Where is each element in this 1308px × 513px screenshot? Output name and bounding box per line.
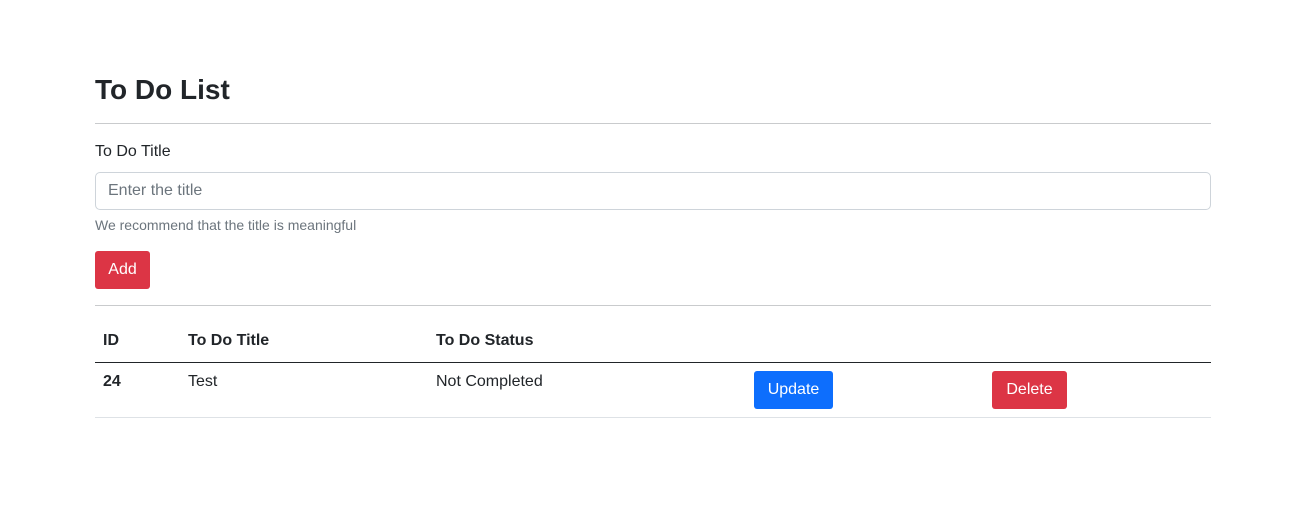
header-divider	[95, 123, 1211, 124]
cell-title: Test	[180, 362, 428, 418]
form-divider	[95, 305, 1211, 306]
todo-title: Test	[188, 372, 218, 390]
cell-status: Not Completed	[428, 362, 746, 418]
header-delete	[984, 320, 1211, 363]
todo-title-label: To Do Title	[95, 143, 171, 160]
header-title: To Do Title	[180, 320, 428, 363]
todo-table: ID To Do Title To Do Status 24 Test Not …	[95, 320, 1211, 418]
header-update	[746, 320, 984, 363]
add-button[interactable]: Add	[95, 251, 150, 289]
table-row: 24 Test Not Completed Update Delete	[95, 362, 1211, 418]
todo-title-input[interactable]	[95, 172, 1211, 210]
cell-update: Update	[746, 362, 984, 418]
page-title: To Do List	[95, 74, 230, 105]
todo-id: 24	[103, 372, 121, 390]
cell-delete: Delete	[984, 362, 1211, 418]
header-id: ID	[95, 320, 180, 363]
todo-status: Not Completed	[436, 372, 543, 390]
header-status: To Do Status	[428, 320, 746, 363]
update-button[interactable]: Update	[754, 370, 833, 409]
cell-id: 24	[95, 362, 180, 418]
todo-title-help-text: We recommend that the title is meaningfu…	[95, 217, 357, 233]
table-header-row: ID To Do Title To Do Status	[95, 320, 1211, 363]
delete-button[interactable]: Delete	[992, 370, 1067, 409]
